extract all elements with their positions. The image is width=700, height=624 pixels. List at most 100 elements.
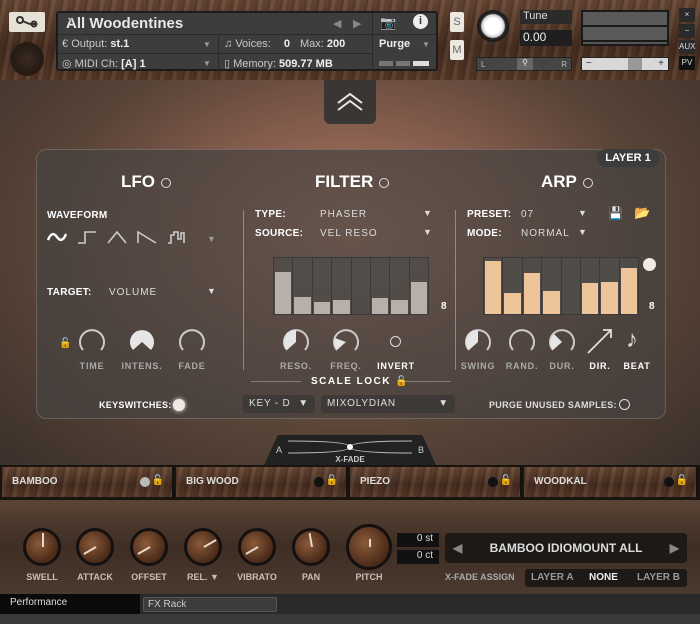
step-2[interactable] xyxy=(293,258,313,314)
xfade-control[interactable]: A B X-FADE xyxy=(264,435,436,465)
camera-icon[interactable]: 📷 xyxy=(380,15,396,31)
freq-knob[interactable] xyxy=(332,328,360,356)
step-7[interactable] xyxy=(600,258,620,314)
open-folder-icon[interactable]: 📂 xyxy=(634,205,650,221)
tab-fx-rack[interactable]: FX Rack xyxy=(143,597,277,612)
arp-velocity-toggle[interactable] xyxy=(643,258,656,271)
settings-wrench-button[interactable] xyxy=(9,12,45,32)
next-preset-icon[interactable]: ▶ xyxy=(670,533,679,563)
step-8[interactable] xyxy=(410,258,428,314)
step-6[interactable] xyxy=(371,258,391,314)
step-3[interactable] xyxy=(523,258,543,314)
scale-select[interactable]: MIXOLYDIAN ▼ xyxy=(321,395,455,413)
swell-knob[interactable] xyxy=(23,528,61,566)
xfade-option-layer-b[interactable]: LAYER B xyxy=(637,572,680,583)
mute-button[interactable]: M xyxy=(450,40,464,60)
pitch-knob[interactable] xyxy=(346,524,392,570)
layer-power-toggle[interactable] xyxy=(314,477,324,487)
lock-open-icon[interactable]: 🔓 xyxy=(59,338,71,349)
next-instrument-icon[interactable]: ▶ xyxy=(353,17,361,30)
step-8[interactable] xyxy=(620,258,638,314)
pitch-cents[interactable]: 0 ct xyxy=(397,550,439,564)
volume-slider[interactable]: − + xyxy=(581,57,669,71)
step-2[interactable] xyxy=(503,258,523,314)
filter-step-sequencer[interactable] xyxy=(273,257,429,315)
solo-button[interactable]: S xyxy=(450,12,464,32)
step-1[interactable] xyxy=(274,258,294,314)
arp-toggle[interactable] xyxy=(582,177,593,188)
target-dropdown-icon[interactable]: ▼ xyxy=(207,286,216,296)
xfade-option-none[interactable]: NONE xyxy=(589,572,618,583)
lfo-intensity-knob[interactable] xyxy=(128,328,156,356)
midi-channel-field[interactable]: ◎ MIDI Ch: [A] 1 xyxy=(62,57,146,70)
save-preset-icon[interactable]: 💾 xyxy=(608,206,623,220)
filter-step-count[interactable]: 8 xyxy=(441,301,447,312)
lfo-time-knob[interactable] xyxy=(78,328,106,356)
pan-knob[interactable] xyxy=(292,528,330,566)
layer-tab-big-wood[interactable]: BIG WOOD 🔓 xyxy=(176,467,348,497)
step-3[interactable] xyxy=(313,258,333,314)
step-1[interactable] xyxy=(484,258,504,314)
tab-performance[interactable]: Performance xyxy=(0,594,140,614)
beat-note-icon[interactable]: ♪ xyxy=(626,326,638,354)
random-wave-icon[interactable] xyxy=(167,230,187,244)
waveform-dropdown-icon[interactable]: ▼ xyxy=(207,234,216,244)
arp-step-sequencer[interactable] xyxy=(483,257,639,315)
triangle-wave-icon[interactable] xyxy=(107,230,127,244)
reso-knob[interactable] xyxy=(282,328,310,356)
layer-tab-bamboo[interactable]: BAMBOO 🔓 xyxy=(2,467,174,497)
lock-icon[interactable]: 🔓 xyxy=(326,475,338,486)
close-button[interactable]: × xyxy=(679,8,695,22)
midi-dropdown-icon[interactable]: ▼ xyxy=(203,59,211,68)
purge-dropdown-icon[interactable]: ▼ xyxy=(422,40,430,49)
instrument-title[interactable]: ▼ All Woodentines xyxy=(66,15,183,32)
purge-unused-toggle[interactable] xyxy=(619,399,630,410)
target-value[interactable]: VOLUME xyxy=(109,287,157,298)
step-6[interactable] xyxy=(581,258,601,314)
step-4[interactable] xyxy=(332,258,352,314)
filter-toggle[interactable] xyxy=(379,177,390,188)
layer-tab-woodkal[interactable]: WOODKAL 🔓 xyxy=(524,467,698,497)
tune-knob[interactable] xyxy=(477,10,509,42)
step-5[interactable] xyxy=(352,258,371,314)
filter-type-value[interactable]: PHASER xyxy=(320,209,367,220)
pan-handle-icon[interactable]: ⚲ xyxy=(517,58,533,70)
sine-wave-icon[interactable] xyxy=(47,230,67,244)
lfo-toggle[interactable] xyxy=(161,177,171,188)
arp-step-count[interactable]: 8 xyxy=(649,301,655,312)
arp-preset-value[interactable]: 07 xyxy=(521,209,534,220)
arp-preset-dropdown-icon[interactable]: ▼ xyxy=(578,208,587,218)
output-dropdown-icon[interactable]: ▼ xyxy=(203,40,211,49)
layer-tab-piezo[interactable]: PIEZO 🔓 xyxy=(350,467,522,497)
filter-source-value[interactable]: VEL RESO xyxy=(320,228,378,239)
layer-power-toggle[interactable] xyxy=(664,477,674,487)
filter-source-dropdown-icon[interactable]: ▼ xyxy=(423,227,432,237)
xfade-option-layer-a[interactable]: LAYER A xyxy=(531,572,574,583)
rand-knob[interactable] xyxy=(508,328,536,356)
prev-instrument-icon[interactable]: ◀ xyxy=(333,17,341,30)
key-select[interactable]: KEY - D ▼ xyxy=(243,395,315,413)
vibrato-knob[interactable] xyxy=(238,528,276,566)
offset-knob[interactable] xyxy=(130,528,168,566)
output-field[interactable]: € Output: st.1 xyxy=(62,38,129,50)
swing-knob[interactable] xyxy=(464,328,492,356)
tune-value[interactable]: 0.00 xyxy=(520,30,572,46)
pv-button[interactable]: PV xyxy=(679,56,695,70)
info-icon[interactable]: i xyxy=(413,14,428,29)
arp-mode-value[interactable]: NORMAL xyxy=(521,228,570,239)
release-label[interactable]: REL. ▼ xyxy=(173,572,233,582)
purge-menu[interactable]: Purge xyxy=(379,38,410,50)
step-7[interactable] xyxy=(390,258,410,314)
dur-knob[interactable] xyxy=(548,328,576,356)
keyswitches-toggle[interactable] xyxy=(173,399,185,411)
lfo-fade-knob[interactable] xyxy=(178,328,206,356)
lock-icon[interactable]: 🔓 xyxy=(500,475,512,486)
filter-type-dropdown-icon[interactable]: ▼ xyxy=(423,208,432,218)
saw-wave-icon[interactable] xyxy=(137,230,157,244)
arp-mode-dropdown-icon[interactable]: ▼ xyxy=(578,227,587,237)
square-wave-icon[interactable] xyxy=(77,230,97,244)
lock-icon[interactable]: 🔓 xyxy=(676,475,688,486)
pitch-semitones[interactable]: 0 st xyxy=(397,533,439,547)
prev-preset-icon[interactable]: ◀ xyxy=(453,533,462,563)
step-4[interactable] xyxy=(542,258,562,314)
